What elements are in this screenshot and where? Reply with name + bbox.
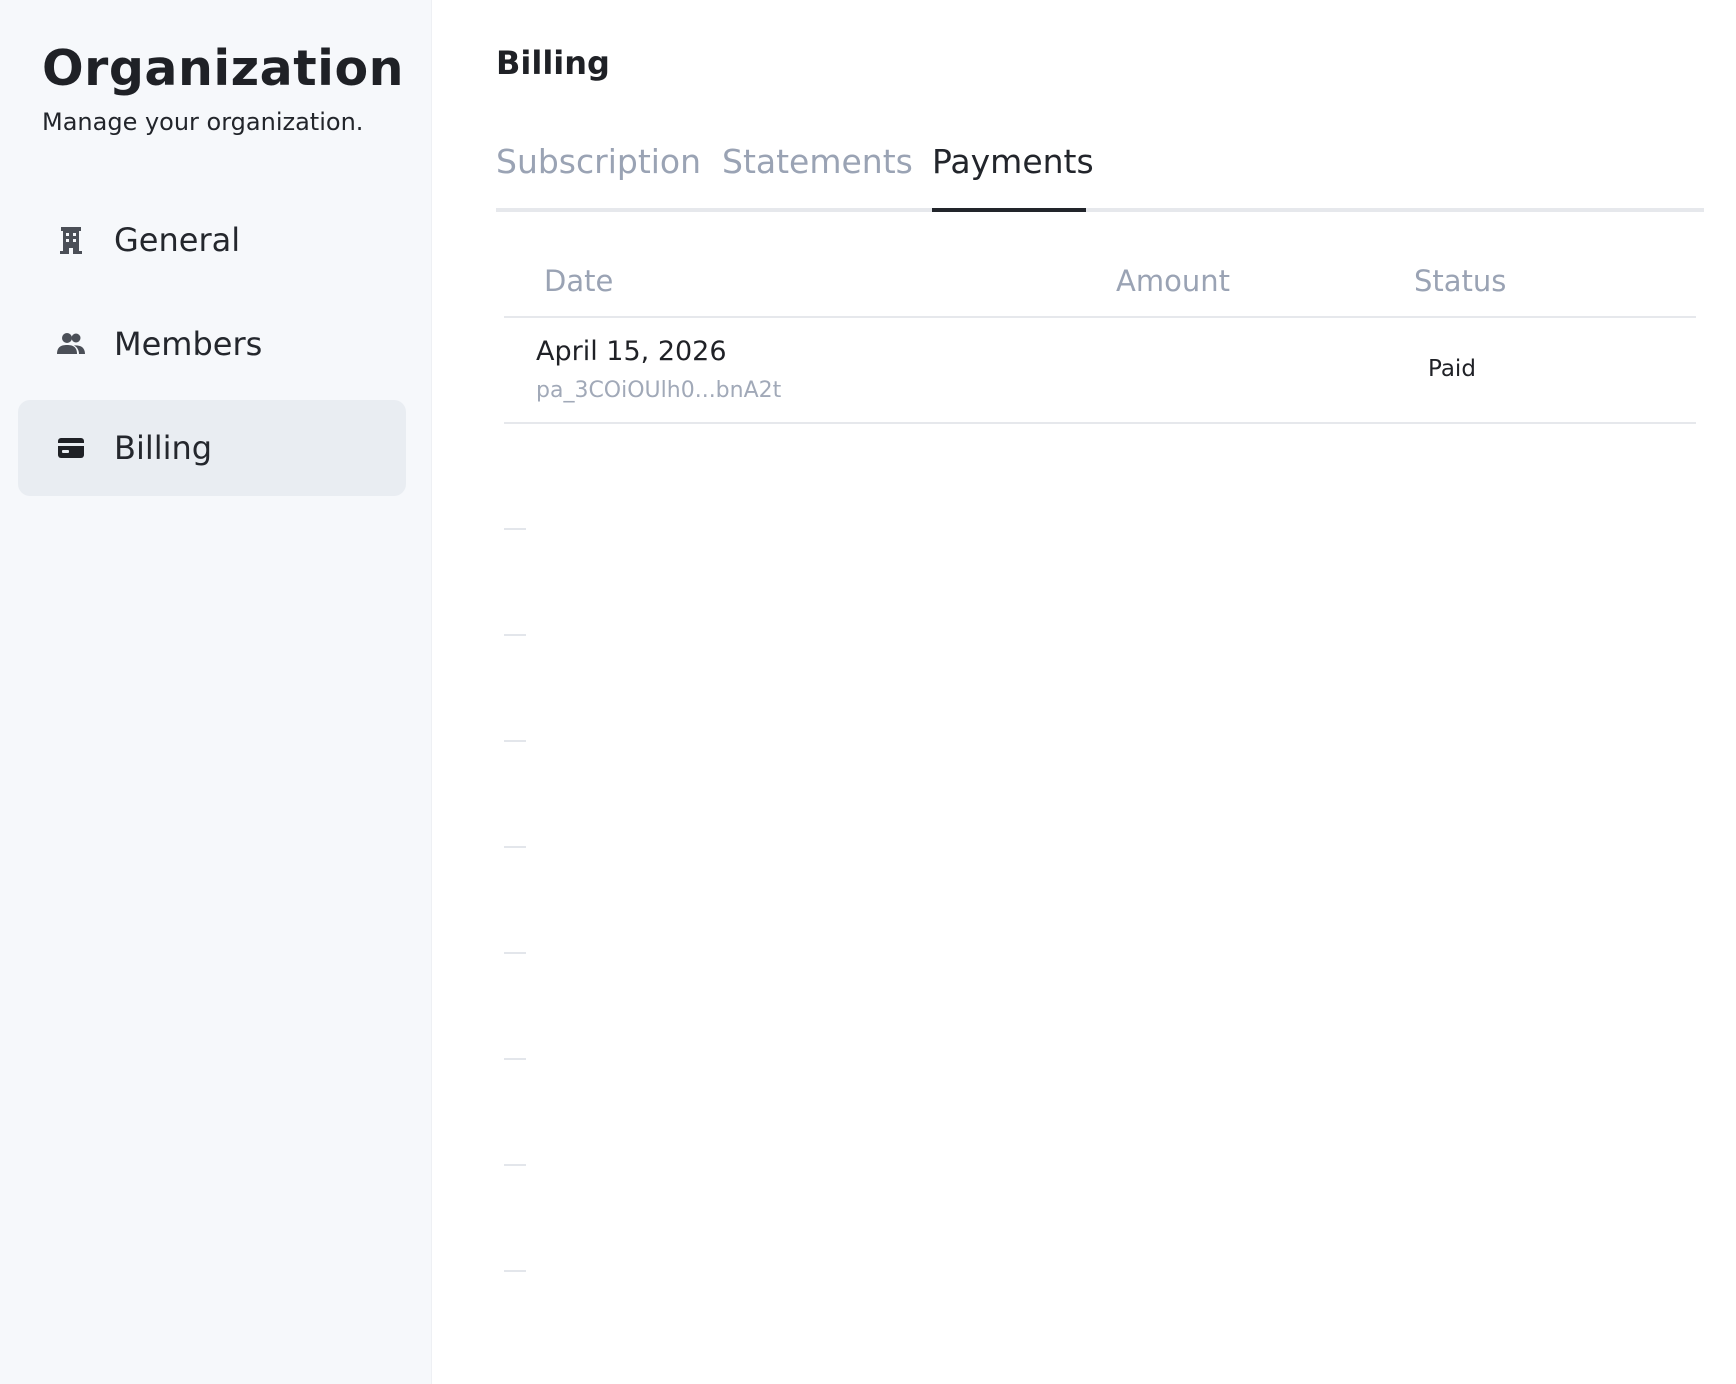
tab-bar: Subscription Statements Payments: [496, 138, 1704, 212]
placeholder-line: [504, 1270, 526, 1272]
page-title: Billing: [496, 44, 610, 82]
sidebar-subtitle: Manage your organization.: [42, 108, 364, 136]
placeholder-line: [504, 740, 526, 742]
column-header-amount[interactable]: Amount: [1116, 264, 1230, 298]
payments-table: Date Amount Status April 15, 2026 pa_3CO…: [504, 248, 1696, 424]
main-content: Billing Subscription Statements Payments…: [432, 0, 1736, 1384]
sidebar-item-label: General: [114, 221, 241, 259]
placeholder-line: [504, 1164, 526, 1166]
credit-card-icon: [56, 433, 86, 463]
payment-id: pa_3COiOUlh0...bnA2t: [536, 378, 782, 403]
sidebar-item-members[interactable]: Members: [18, 296, 406, 392]
sidebar-item-general[interactable]: General: [18, 192, 406, 288]
placeholder-line: [504, 846, 526, 848]
placeholder-line: [504, 528, 526, 530]
tab-statements[interactable]: Statements: [722, 138, 913, 212]
table-header: Date Amount Status: [504, 248, 1696, 318]
users-icon: [56, 329, 86, 359]
app-window: Organization Manage your organization. G…: [0, 0, 1736, 1384]
building-icon: [56, 225, 86, 255]
table-row[interactable]: April 15, 2026 pa_3COiOUlh0...bnA2t Paid: [504, 318, 1696, 424]
column-header-date[interactable]: Date: [544, 264, 613, 298]
sidebar-item-label: Billing: [114, 429, 213, 467]
tab-subscription[interactable]: Subscription: [496, 138, 701, 212]
loading-placeholders: [504, 528, 544, 1376]
placeholder-line: [504, 952, 526, 954]
column-header-status[interactable]: Status: [1414, 264, 1506, 298]
tab-payments[interactable]: Payments: [932, 138, 1094, 212]
payment-date: April 15, 2026: [536, 336, 727, 367]
placeholder-line: [504, 634, 526, 636]
sidebar-item-label: Members: [114, 325, 263, 363]
status-badge: Paid: [1428, 356, 1476, 382]
sidebar-nav: General Members Billing: [18, 192, 406, 504]
placeholder-line: [504, 1058, 526, 1060]
sidebar: Organization Manage your organization. G…: [0, 0, 432, 1384]
sidebar-title: Organization: [42, 40, 404, 97]
sidebar-item-billing[interactable]: Billing: [18, 400, 406, 496]
